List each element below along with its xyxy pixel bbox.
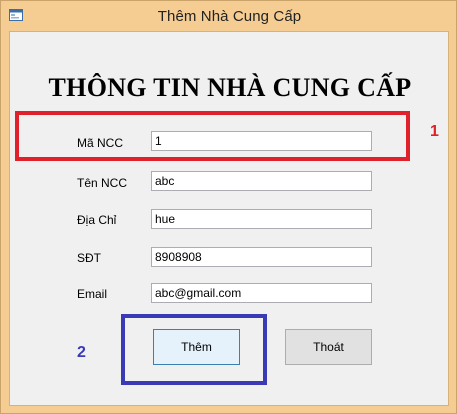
label-sdt: SĐT bbox=[77, 251, 101, 265]
ten-ncc-input[interactable] bbox=[151, 171, 372, 191]
email-input[interactable] bbox=[151, 283, 372, 303]
title-bar: Thêm Nhà Cung Cấp bbox=[1, 1, 457, 31]
highlight-box-1 bbox=[15, 111, 410, 161]
app-icon bbox=[9, 9, 23, 21]
form-heading: THÔNG TIN NHÀ CUNG CẤP bbox=[48, 73, 412, 102]
exit-button[interactable]: Thoát bbox=[285, 329, 372, 365]
app-window: Thêm Nhà Cung Cấp THÔNG TIN NHÀ CUNG CẤP… bbox=[0, 0, 457, 414]
label-dia-chi: Địa Chỉ bbox=[77, 213, 117, 227]
sdt-input[interactable] bbox=[151, 247, 372, 267]
window-title: Thêm Nhà Cung Cấp bbox=[157, 7, 302, 25]
label-email: Email bbox=[77, 287, 108, 301]
highlight-box-2 bbox=[121, 314, 267, 385]
label-ten-ncc: Tên NCC bbox=[77, 176, 128, 190]
form-client-area: THÔNG TIN NHÀ CUNG CẤP Mã NCC Tên NCC Đị… bbox=[9, 31, 449, 406]
annotation-marker-1: 1 bbox=[430, 123, 439, 140]
dia-chi-input[interactable] bbox=[151, 209, 372, 229]
annotation-marker-2: 2 bbox=[77, 344, 86, 361]
